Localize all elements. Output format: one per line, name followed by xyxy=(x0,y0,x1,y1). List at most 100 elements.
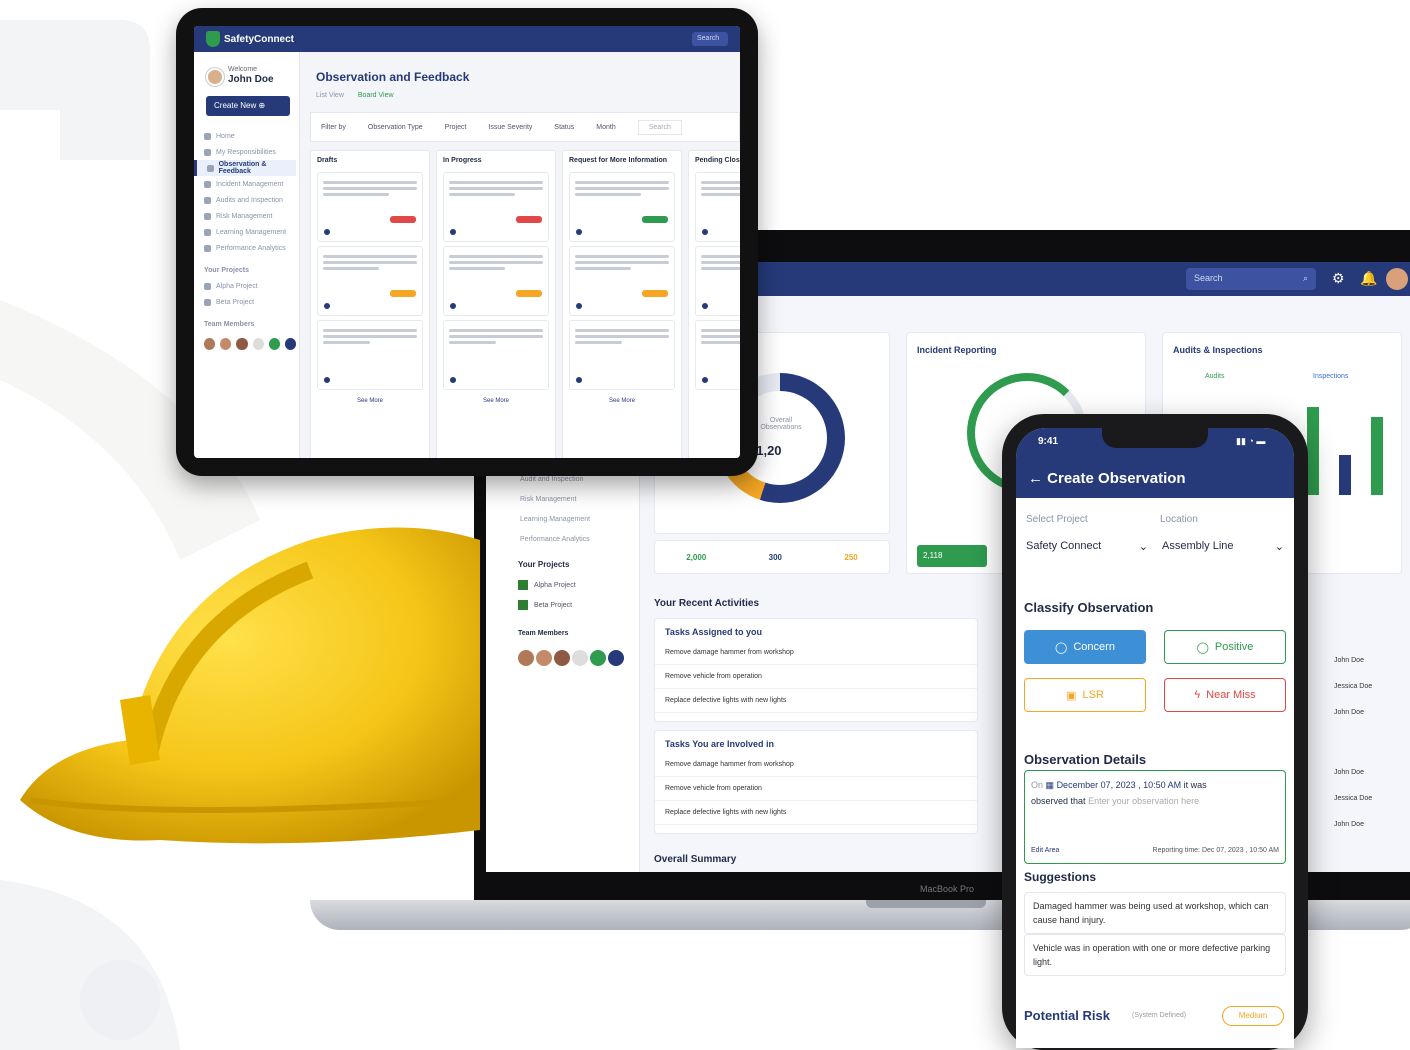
location-select[interactable]: Assembly Line ⌄ xyxy=(1162,540,1284,553)
projects-heading: Your Projects xyxy=(204,266,249,274)
person-item[interactable]: John Doe xyxy=(1334,648,1372,674)
search-button[interactable]: Search xyxy=(692,32,728,46)
near-miss-button[interactable]: ϟ Near Miss xyxy=(1164,678,1286,712)
lsr-button[interactable]: ▣ LSR xyxy=(1024,678,1146,712)
filter-dropdown[interactable]: Issue Severity xyxy=(488,124,532,131)
observation-card[interactable] xyxy=(695,320,740,390)
person-item[interactable]: Jessica Doe xyxy=(1334,786,1372,812)
sidebar-item-risk[interactable]: Risk Management xyxy=(204,208,296,224)
sidebar-item-observation[interactable]: Observation & Feedback xyxy=(194,160,296,176)
avatar[interactable] xyxy=(1386,268,1408,290)
assigned-card: Tasks Assigned to you Remove damage hamm… xyxy=(654,618,978,722)
avatar[interactable] xyxy=(204,338,216,350)
filter-dropdown[interactable]: Observation Type xyxy=(368,124,423,131)
avatar[interactable] xyxy=(572,650,588,666)
checklist-icon xyxy=(204,196,211,204)
project-item[interactable]: Alpha Project xyxy=(204,278,296,294)
avatar[interactable] xyxy=(554,650,570,666)
person-item[interactable]: Jessica Doe xyxy=(1334,674,1372,700)
filter-dropdown[interactable]: Project xyxy=(445,124,467,131)
alert-icon xyxy=(204,180,211,188)
task-row[interactable]: Remove damage hammer from workshop xyxy=(655,641,977,665)
avatar[interactable] xyxy=(536,650,552,666)
observation-card[interactable] xyxy=(443,246,549,316)
suggestion-item[interactable]: Damaged hammer was being used at worksho… xyxy=(1024,892,1286,934)
sidebar-item-responsibilities[interactable]: My Responsibilities xyxy=(204,144,296,160)
concern-button[interactable]: ◯ Concern xyxy=(1024,630,1146,664)
observation-card[interactable] xyxy=(317,172,423,242)
observation-card[interactable] xyxy=(443,320,549,390)
filter-dropdown[interactable]: Month xyxy=(596,124,615,131)
task-row[interactable]: Remove damage hammer from workshop xyxy=(655,753,977,777)
task-row[interactable]: Replace defective lights with new lights xyxy=(655,801,977,825)
edit-area-link[interactable]: Edit Area xyxy=(1031,843,1059,859)
project-select[interactable]: Safety Connect ⌄ xyxy=(1026,540,1148,553)
sidebar-item[interactable]: Learning Management xyxy=(520,516,630,536)
sidebar-item[interactable]: Audit and Inspection xyxy=(520,476,630,496)
tablet-topbar: SafetyConnect Search xyxy=(194,26,740,52)
avatar[interactable] xyxy=(252,338,264,350)
observation-details-input[interactable]: On ▦ December 07, 2023 , 10:50 AM it was… xyxy=(1024,770,1286,864)
filter-dropdown[interactable]: Status xyxy=(554,124,574,131)
observation-card[interactable] xyxy=(317,320,423,390)
observation-card[interactable] xyxy=(695,172,740,242)
people-list: John Doe Jessica Doe John Doe John Doe J… xyxy=(1334,648,1372,838)
sidebar-item-home[interactable]: Home xyxy=(204,128,296,144)
list-view-tab[interactable]: List View xyxy=(316,92,344,99)
stat: 250 xyxy=(844,552,858,562)
person-item[interactable]: John Doe xyxy=(1334,812,1372,838)
bell-icon[interactable]: 🔔 xyxy=(1360,270,1377,287)
observation-card[interactable] xyxy=(317,246,423,316)
task-row[interactable]: Remove vehicle from operation xyxy=(655,665,977,689)
avatar[interactable] xyxy=(590,650,606,666)
board-view-tab[interactable]: Board View xyxy=(358,92,394,99)
project-item[interactable]: Beta Project xyxy=(204,294,296,310)
gear-icon[interactable]: ⚙ xyxy=(1332,270,1345,287)
avatar[interactable] xyxy=(608,650,624,666)
person-item[interactable]: John Doe xyxy=(1334,760,1372,786)
chevron-down-icon: ⌄ xyxy=(1274,541,1284,553)
team-avatars xyxy=(518,650,624,666)
avatar[interactable] xyxy=(268,338,280,350)
person-item[interactable]: John Doe xyxy=(1334,700,1372,726)
observation-card[interactable] xyxy=(443,172,549,242)
observation-card[interactable] xyxy=(569,246,675,316)
project-item[interactable]: Beta Project xyxy=(518,600,572,610)
observation-card[interactable] xyxy=(569,172,675,242)
classify-heading: Classify Observation xyxy=(1024,600,1154,615)
create-new-button[interactable]: Create New ⊕ xyxy=(206,96,290,116)
sidebar-item-performance[interactable]: Performance Analytics xyxy=(204,240,296,256)
task-row[interactable]: Replace defective lights with new lights xyxy=(655,689,977,713)
sidebar-item[interactable]: Risk Management xyxy=(520,496,630,516)
sidebar-item-incident[interactable]: Incident Management xyxy=(204,176,296,192)
task-row[interactable]: Remove vehicle from operation xyxy=(655,777,977,801)
user-name: John Doe xyxy=(228,74,274,85)
reporting-time: Reporting time: Dec 07, 2023 , 10:50 AM xyxy=(1152,847,1279,854)
near-miss-icon: ϟ xyxy=(1194,689,1201,701)
see-more-link[interactable]: See More xyxy=(311,398,429,404)
search-input[interactable]: Search ⌕ xyxy=(1186,268,1316,290)
tablet-main: Observation and Feedback List View Board… xyxy=(310,52,740,458)
avatar[interactable] xyxy=(284,338,297,350)
observation-card[interactable] xyxy=(569,320,675,390)
phone-screen: 9:41 ▮▮ ◔ ▬ ← Create Observation Select … xyxy=(1016,428,1294,1048)
sidebar-item-learning[interactable]: Learning Management xyxy=(204,224,296,240)
sidebar-item-audits[interactable]: Audits and Inspection xyxy=(204,192,296,208)
sidebar-item[interactable]: Performance Analytics xyxy=(520,536,630,556)
search-input[interactable]: Search xyxy=(637,119,682,135)
back-arrow-icon[interactable]: ← xyxy=(1028,470,1043,487)
avatar xyxy=(206,68,224,86)
project-item[interactable]: Alpha Project xyxy=(518,580,576,590)
signal-battery-icon: ▮▮ ◔ ▬ xyxy=(1236,436,1266,446)
observation-card[interactable] xyxy=(695,246,740,316)
suggestion-item[interactable]: Vehicle was in operation with one or mor… xyxy=(1024,934,1286,976)
avatar[interactable] xyxy=(518,650,534,666)
avatar[interactable] xyxy=(220,338,232,350)
avatar[interactable] xyxy=(236,338,248,350)
see-more-link[interactable]: See More xyxy=(437,398,555,404)
recent-heading: Your Recent Activities xyxy=(654,598,760,609)
projects-heading: Your Projects xyxy=(518,560,570,569)
risk-level-badge: Medium xyxy=(1222,1006,1284,1026)
see-more-link[interactable]: See More xyxy=(563,398,681,404)
positive-button[interactable]: ◯ Positive xyxy=(1164,630,1286,664)
